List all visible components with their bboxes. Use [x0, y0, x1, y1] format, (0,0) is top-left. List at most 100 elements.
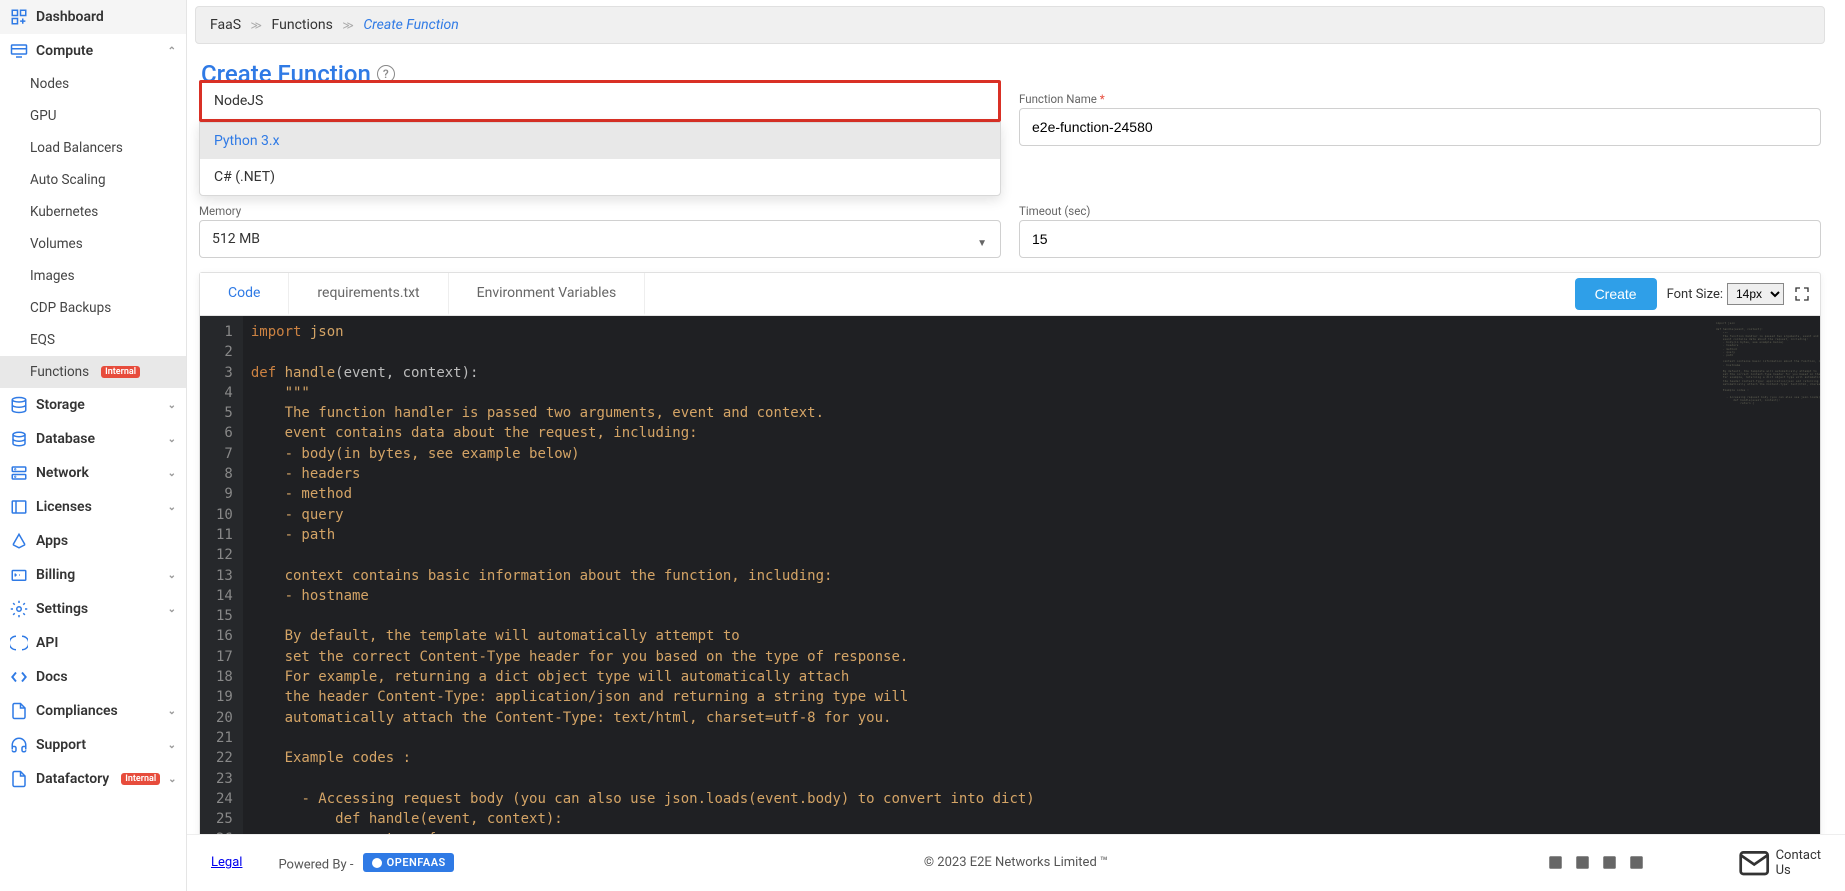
sidebar-item-storage[interactable]: Storage ⌄ — [0, 388, 186, 422]
runtime-options-list: Python 3.x C# (.NET) — [199, 122, 1001, 196]
sidebar-item-compliances[interactable]: Compliances ⌄ — [0, 694, 186, 728]
twitter-icon[interactable] — [1602, 853, 1617, 872]
facebook-icon[interactable] — [1575, 853, 1590, 872]
database-icon — [10, 430, 28, 448]
chevron-down-icon: ⌄ — [168, 400, 176, 411]
footer: Legal Powered By - OPENFAAS © 2023 E2E N… — [187, 834, 1845, 891]
sidebar-item-licenses[interactable]: Licenses ⌄ — [0, 490, 186, 524]
network-icon — [10, 464, 28, 482]
memory-select[interactable]: 512 MB — [199, 220, 1001, 258]
sidebar-item-kubernetes[interactable]: Kubernetes — [0, 196, 186, 228]
linkedin-icon[interactable] — [1548, 853, 1563, 872]
sidebar-item-support[interactable]: Support ⌄ — [0, 728, 186, 762]
settings-label: Settings — [36, 601, 88, 617]
code-gutter: 1234567891011121314151617181920212223242… — [200, 316, 243, 834]
chevron-down-icon: ⌄ — [168, 434, 176, 445]
footer-copyright: © 2023 E2E Networks Limited ™ — [924, 855, 1108, 870]
breadcrumb-faas[interactable]: FaaS — [210, 17, 241, 33]
fullscreen-icon[interactable] — [1794, 286, 1810, 302]
font-size-control: Font Size: 14px — [1667, 283, 1784, 305]
tab-env-vars[interactable]: Environment Variables — [449, 273, 646, 315]
social-icons — [1548, 853, 1644, 872]
support-icon — [10, 736, 28, 754]
chevron-down-icon: ⌄ — [168, 604, 176, 615]
sidebar-item-load-balancers[interactable]: Load Balancers — [0, 132, 186, 164]
code-editor[interactable]: 1234567891011121314151617181920212223242… — [200, 316, 1820, 834]
sidebar-item-auto-scaling[interactable]: Auto Scaling — [0, 164, 186, 196]
sidebar-item-images[interactable]: Images — [0, 260, 186, 292]
network-label: Network — [36, 465, 89, 481]
function-name-label: Function Name * — [1019, 92, 1821, 106]
sidebar-item-settings[interactable]: Settings ⌄ — [0, 592, 186, 626]
memory-label: Memory — [199, 204, 1001, 218]
openfaas-badge[interactable]: OPENFAAS — [363, 853, 454, 872]
tab-requirements[interactable]: requirements.txt — [289, 273, 448, 315]
footer-powered-by: Powered By - OPENFAAS — [278, 853, 453, 873]
footer-legal-link[interactable]: Legal — [211, 855, 242, 870]
chevron-up-icon: ⌃ — [168, 46, 176, 57]
dashboard-icon — [10, 8, 28, 26]
sidebar-item-volumes[interactable]: Volumes — [0, 228, 186, 260]
sidebar-item-api[interactable]: API — [0, 626, 186, 660]
rss-icon[interactable] — [1629, 853, 1644, 872]
sidebar-item-apps[interactable]: Apps — [0, 524, 186, 558]
billing-icon — [10, 566, 28, 584]
runtime-option-python[interactable]: Python 3.x — [200, 123, 1000, 159]
sidebar-item-database[interactable]: Database ⌄ — [0, 422, 186, 456]
sidebar-item-functions[interactable]: FunctionsInternal — [0, 356, 186, 388]
chevron-down-icon: ⌄ — [168, 502, 176, 513]
timeout-input[interactable] — [1019, 220, 1821, 258]
support-label: Support — [36, 737, 86, 753]
datafactory-icon — [10, 770, 28, 788]
compute-icon — [10, 42, 28, 60]
chevron-down-icon: ⌄ — [168, 570, 176, 581]
breadcrumb-current: Create Function — [363, 17, 458, 33]
breadcrumb-sep: ≫ — [251, 19, 263, 32]
code-minimap[interactable]: import json def handle(event, context): … — [1710, 316, 1820, 834]
sidebar-item-billing[interactable]: Billing ⌄ — [0, 558, 186, 592]
chevron-down-icon: ⌄ — [168, 468, 176, 479]
database-label: Database — [36, 431, 95, 447]
tab-code[interactable]: Code — [200, 273, 289, 315]
timeout-label: Timeout (sec) — [1019, 204, 1821, 218]
docs-label: Docs — [36, 669, 68, 685]
code-body[interactable]: import json def handle(event, context): … — [243, 316, 1710, 834]
breadcrumb-functions[interactable]: Functions — [272, 17, 333, 33]
main-content: FaaS ≫ Functions ≫ Create Function Creat… — [187, 0, 1845, 891]
runtime-option-csharp[interactable]: C# (.NET) — [200, 159, 1000, 195]
sidebar-item-compute[interactable]: Compute ⌃ — [0, 34, 186, 68]
internal-badge: Internal — [101, 366, 140, 378]
chevron-down-icon: ⌄ — [168, 740, 176, 751]
internal-badge: Internal — [121, 773, 160, 785]
chevron-down-icon: ⌄ — [168, 706, 176, 717]
compliances-label: Compliances — [36, 703, 118, 719]
storage-label: Storage — [36, 397, 85, 413]
licenses-icon — [10, 498, 28, 516]
settings-icon — [10, 600, 28, 618]
sidebar: Dashboard Compute ⌃ NodesGPULoad Balance… — [0, 0, 187, 891]
compute-label: Compute — [36, 43, 93, 59]
docs-icon — [10, 668, 28, 686]
function-name-input[interactable] — [1019, 108, 1821, 146]
apps-icon — [10, 532, 28, 550]
api-label: API — [36, 635, 58, 651]
sidebar-item-network[interactable]: Network ⌄ — [0, 456, 186, 490]
contact-us-link[interactable]: Contact Us — [1738, 847, 1821, 879]
chevron-down-icon: ⌄ — [168, 774, 176, 785]
licenses-label: Licenses — [36, 499, 92, 515]
datafactory-label: Datafactory — [36, 771, 109, 787]
create-button[interactable]: Create — [1575, 278, 1657, 310]
sidebar-item-gpu[interactable]: GPU — [0, 100, 186, 132]
sidebar-item-dashboard[interactable]: Dashboard — [0, 0, 186, 34]
tabs-bar: Code requirements.txt Environment Variab… — [200, 273, 1820, 316]
sidebar-item-datafactory[interactable]: Datafactory Internal ⌄ — [0, 762, 186, 796]
runtime-selected-value[interactable]: NodeJS — [199, 80, 1001, 122]
sidebar-item-eqs[interactable]: EQS — [0, 324, 186, 356]
sidebar-item-cdp-backups[interactable]: CDP Backups — [0, 292, 186, 324]
sidebar-item-nodes[interactable]: Nodes — [0, 68, 186, 100]
apps-label: Apps — [36, 533, 68, 549]
font-size-select[interactable]: 14px — [1727, 283, 1784, 305]
storage-icon — [10, 396, 28, 414]
sidebar-item-docs[interactable]: Docs — [0, 660, 186, 694]
breadcrumb: FaaS ≫ Functions ≫ Create Function — [195, 6, 1825, 44]
